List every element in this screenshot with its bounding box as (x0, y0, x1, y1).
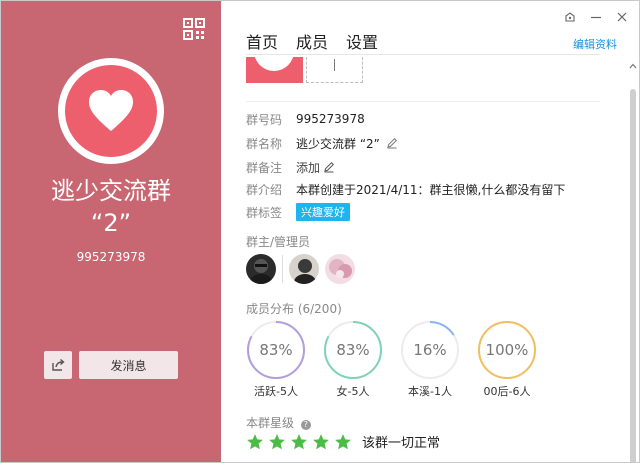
info-row-group-id: 群号码 995273978 (246, 110, 365, 128)
ring-active-percent: 83% (259, 341, 293, 359)
remark-add-link[interactable]: 添加 (296, 159, 320, 176)
tag-badge[interactable]: 兴趣爱好 (296, 203, 350, 221)
remark-label: 群备注 (246, 160, 283, 175)
minimize-icon[interactable] (588, 9, 604, 25)
admins-title: 群主/管理员 (246, 235, 311, 249)
close-icon[interactable] (614, 9, 630, 25)
group-id-value: 995273978 (296, 112, 365, 126)
stat-region[interactable]: 16% 本溪-1人 (400, 320, 460, 399)
section-divider (246, 101, 600, 102)
ring-age-percent: 100% (485, 341, 529, 359)
distribution-title: 成员分布 (6/200) (246, 302, 342, 316)
rating-stars: 该群一切正常 (246, 432, 440, 451)
group-name-value: 逃少交流群 “2” (296, 136, 380, 151)
group-photo-strip (246, 57, 366, 83)
ring-region-percent: 16% (413, 341, 447, 359)
group-id-left: 995273978 (76, 250, 146, 264)
send-message-button[interactable]: 发消息 (79, 351, 178, 379)
left-panel: 逃少交流群 “2” 995273978 发消息 (1, 1, 221, 462)
admins-list (246, 254, 355, 284)
heart-icon (89, 90, 133, 131)
distribution-stats: 83% 活跃-5人 83% 女-5人 16% 本溪-1人 100% 00后-6人 (246, 320, 554, 399)
stat-active-caption: 活跃-5人 (254, 385, 298, 398)
rating-status: 该群一切正常 (362, 436, 441, 451)
group-photo-thumb[interactable] (246, 57, 303, 83)
info-row-intro: 群介绍 本群创建于2021/4/11：群主很懒,什么都没有留下 (246, 180, 565, 198)
tag-label: 群标签 (246, 205, 283, 220)
ring-age: 100% (477, 320, 537, 380)
edit-name-pencil-icon[interactable] (386, 137, 398, 149)
admin-divider (282, 255, 283, 283)
star-icon (312, 433, 330, 451)
group-name-line1: 逃少交流群 (51, 177, 171, 205)
ring-female-percent: 83% (336, 341, 370, 359)
edit-remark-pencil-icon[interactable] (323, 161, 335, 173)
group-id-label: 群号码 (246, 112, 283, 127)
stat-active[interactable]: 83% 活跃-5人 (246, 320, 306, 399)
ring-female: 83% (323, 320, 383, 380)
tab-divider (246, 54, 600, 55)
stat-age-caption: 00后-6人 (483, 385, 531, 398)
edit-profile-link[interactable]: 编辑资料 (573, 36, 617, 52)
group-name-label: 群名称 (246, 136, 283, 151)
intro-label: 群介绍 (246, 182, 283, 197)
rating-title-row: 本群星级 ? (246, 414, 311, 431)
qr-code-icon[interactable] (183, 18, 205, 40)
group-avatar[interactable] (58, 58, 164, 164)
ring-active: 83% (246, 320, 306, 380)
scroll-up-arrow-icon[interactable] (628, 61, 638, 71)
star-icon (290, 433, 308, 451)
stat-age[interactable]: 100% 00后-6人 (477, 320, 537, 399)
share-button[interactable] (44, 351, 72, 379)
star-icon (246, 433, 264, 451)
info-row-group-name: 群名称 逃少交流群 “2” (246, 134, 398, 152)
skin-icon[interactable] (562, 9, 578, 25)
admin-avatar-2[interactable] (325, 254, 355, 284)
group-avatar-bg (65, 65, 157, 157)
add-photo-button[interactable] (306, 57, 363, 83)
plus-icon (334, 59, 335, 71)
stat-region-caption: 本溪-1人 (408, 385, 452, 398)
intro-value: 本群创建于2021/4/11：群主很懒,什么都没有留下 (296, 182, 566, 197)
share-icon (52, 358, 65, 371)
owner-avatar[interactable] (246, 254, 276, 284)
help-icon[interactable]: ? (300, 420, 311, 430)
star-icon (334, 433, 352, 451)
info-row-tag: 群标签 兴趣爱好 (246, 203, 350, 221)
group-name-title: 逃少交流群 “2” (1, 175, 221, 239)
rating-title: 本群星级 (246, 416, 295, 430)
right-panel: 首页 成员 设置 编辑资料 群号码 995273978 群名称 逃少交流群 “2… (222, 1, 639, 462)
star-icon (268, 433, 286, 451)
stat-female[interactable]: 83% 女-5人 (323, 320, 383, 399)
stat-female-caption: 女-5人 (336, 385, 370, 398)
group-profile-window: 逃少交流群 “2” 995273978 发消息 首页 成员 设置 编辑资料 群号… (0, 0, 640, 463)
scrollbar-thumb[interactable] (630, 89, 636, 462)
group-name-line2: “2” (90, 209, 132, 237)
admin-avatar-1[interactable] (289, 254, 319, 284)
ring-region: 16% (400, 320, 460, 380)
info-row-remark: 群备注 添加 (246, 158, 335, 176)
